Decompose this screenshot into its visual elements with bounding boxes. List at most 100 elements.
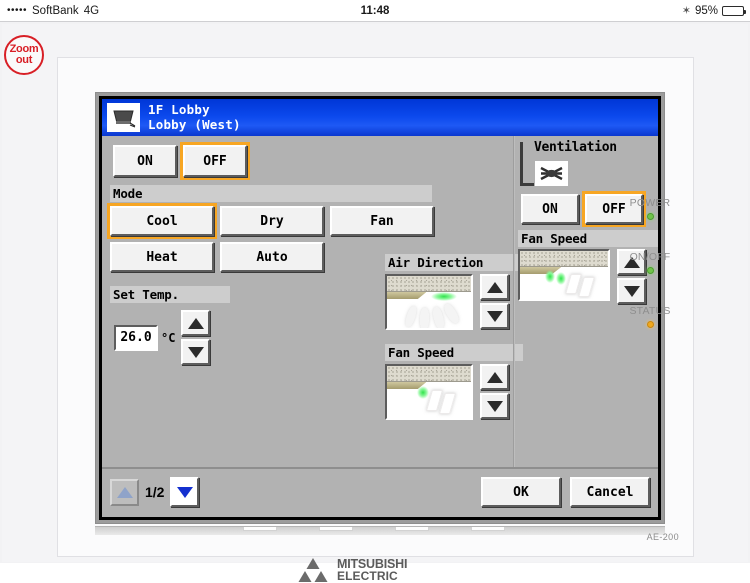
mode-row-1: Cool Dry Fan xyxy=(107,203,437,239)
zoom-out-label-line2: out xyxy=(15,54,33,66)
page-backdrop: Zoom out 1F Lobby Lobby (West) ON OFF Mo… xyxy=(0,21,750,582)
air-direction-illustration xyxy=(385,274,473,330)
led-indicator-strip: POWER ON/OFF STATUS xyxy=(614,197,686,359)
triangle-up-icon xyxy=(486,371,503,383)
led-power-dot xyxy=(646,213,654,220)
triangle-down-icon xyxy=(187,346,204,358)
set-temp-value[interactable]: 26.0 xyxy=(114,324,158,351)
device-shelf xyxy=(95,526,665,535)
ventilation-on-button[interactable]: ON xyxy=(521,194,579,224)
set-temp-section-label: Set Temp. xyxy=(110,286,230,303)
power-on-wrap: ON xyxy=(110,142,180,180)
mode-cool-button[interactable]: Cool xyxy=(110,206,214,236)
air-direction-down-button[interactable] xyxy=(480,303,509,329)
set-temp-up-button[interactable] xyxy=(181,310,211,336)
air-direction-control xyxy=(385,274,509,330)
mode-cell-dry: Dry xyxy=(217,203,327,239)
ventilation-bracket xyxy=(520,142,534,186)
mode-fan-wrap: Fan xyxy=(327,203,437,239)
mode-section-label: Mode xyxy=(110,185,432,202)
fan-speed-stepper xyxy=(480,364,509,419)
footer-actions: OK Cancel xyxy=(481,477,650,507)
led-onoff-dot xyxy=(646,267,654,274)
set-temp-stepper xyxy=(181,310,211,365)
touch-screen: 1F Lobby Lobby (West) ON OFF Mode Cool D… xyxy=(99,96,661,520)
battery-percent-label: 95% xyxy=(694,4,718,17)
ceiling-cassette-icon xyxy=(107,103,140,132)
mode-cell-fan: Fan xyxy=(327,203,437,239)
ventilation-on-wrap: ON xyxy=(518,191,582,227)
triangle-down-icon xyxy=(176,486,193,498)
led-status-dot xyxy=(646,321,654,328)
air-direction-stepper xyxy=(480,274,509,329)
fan-speed-control xyxy=(385,364,509,420)
zoom-out-button[interactable]: Zoom out xyxy=(4,35,44,75)
power-on-button[interactable]: ON xyxy=(113,145,177,177)
set-temp-control: 26.0 °C xyxy=(114,310,211,365)
model-label: AE-200 xyxy=(646,532,679,542)
three-diamonds-icon xyxy=(298,558,328,582)
triangle-up-icon xyxy=(486,281,503,293)
dialog-title-bar: 1F Lobby Lobby (West) xyxy=(102,99,658,136)
brand-logo: MITSUBISHI ELECTRIC xyxy=(296,557,407,583)
mode-dry-button[interactable]: Dry xyxy=(220,206,324,236)
dialog-footer: 1/2 OK Cancel xyxy=(102,467,658,517)
dialog-body: ON OFF Mode Cool Dry Fan Heat Auto Set T… xyxy=(102,136,658,517)
mode-heat-button[interactable]: Heat xyxy=(110,242,214,272)
fan-speed-illustration xyxy=(385,364,473,420)
led-status-label: STATUS xyxy=(629,305,671,317)
led-onoff-label: ON/OFF xyxy=(629,251,671,263)
set-temp-down-button[interactable] xyxy=(181,339,211,365)
mode-cell-auto: Auto xyxy=(217,239,327,275)
mode-dry-wrap: Dry xyxy=(217,203,327,239)
led-onoff: ON/OFF xyxy=(614,251,686,274)
mode-cell-heat: Heat xyxy=(107,239,217,275)
ventilation-title: Ventilation xyxy=(534,140,617,155)
screen-bezel: 1F Lobby Lobby (West) ON OFF Mode Cool D… xyxy=(95,92,665,524)
title-line-2: Lobby (West) xyxy=(148,116,241,132)
led-status: STATUS xyxy=(614,305,686,328)
led-power-label: POWER xyxy=(629,197,671,209)
mode-fan-button[interactable]: Fan xyxy=(330,206,434,236)
page-body: Zoom out 1F Lobby Lobby (West) ON OFF Mo… xyxy=(2,24,748,582)
ae200-controller: 1F Lobby Lobby (West) ON OFF Mode Cool D… xyxy=(57,57,694,582)
power-button-group: ON OFF xyxy=(110,142,250,180)
triangle-up-icon xyxy=(187,317,204,329)
set-temp-unit: °C xyxy=(161,330,176,345)
status-right: ✶ 95% xyxy=(681,4,746,17)
bluetooth-icon: ✶ xyxy=(681,5,691,17)
page-indicator: 1/2 xyxy=(145,484,165,500)
dialog-title: 1F Lobby Lobby (West) xyxy=(148,101,241,133)
fan-speed-up-button[interactable] xyxy=(480,364,509,390)
air-direction-up-button[interactable] xyxy=(480,274,509,300)
mode-cool-wrap: Cool xyxy=(107,203,217,239)
page-up-button[interactable] xyxy=(110,478,139,506)
led-power: POWER xyxy=(614,197,686,220)
mode-cell-cool: Cool xyxy=(107,203,217,239)
pager: 1/2 xyxy=(110,477,200,507)
triangle-down-icon xyxy=(486,400,503,412)
triangle-down-icon xyxy=(486,310,503,322)
ventilation-fan-speed-illustration xyxy=(518,249,610,301)
brand-line-1: MITSUBISHI xyxy=(337,556,408,571)
fan-speed-down-button[interactable] xyxy=(480,393,509,419)
air-direction-section-label: Air Direction xyxy=(385,254,523,271)
ok-button[interactable]: OK xyxy=(481,477,561,507)
mode-auto-button[interactable]: Auto xyxy=(220,242,324,272)
fan-speed-section-label: Fan Speed xyxy=(385,344,523,361)
mode-auto-wrap: Auto xyxy=(217,239,327,275)
brand-line-2: ELECTRIC xyxy=(337,569,398,583)
column-divider xyxy=(513,136,515,508)
cancel-button[interactable]: Cancel xyxy=(570,477,650,507)
mode-heat-wrap: Heat xyxy=(107,239,217,275)
page-down-button[interactable] xyxy=(170,477,200,507)
ventilation-fan-icon xyxy=(535,161,568,186)
brand-wordmark: MITSUBISHI ELECTRIC xyxy=(337,558,407,583)
ios-status-bar: ••••• SoftBank 4G 11:48 ✶ 95% xyxy=(0,0,750,21)
power-off-wrap: OFF xyxy=(180,142,250,180)
power-off-button[interactable]: OFF xyxy=(183,145,247,177)
battery-icon xyxy=(722,5,746,16)
triangle-up-icon xyxy=(116,486,133,498)
clock-label: 11:48 xyxy=(360,4,390,17)
title-line-1: 1F Lobby xyxy=(148,101,210,117)
